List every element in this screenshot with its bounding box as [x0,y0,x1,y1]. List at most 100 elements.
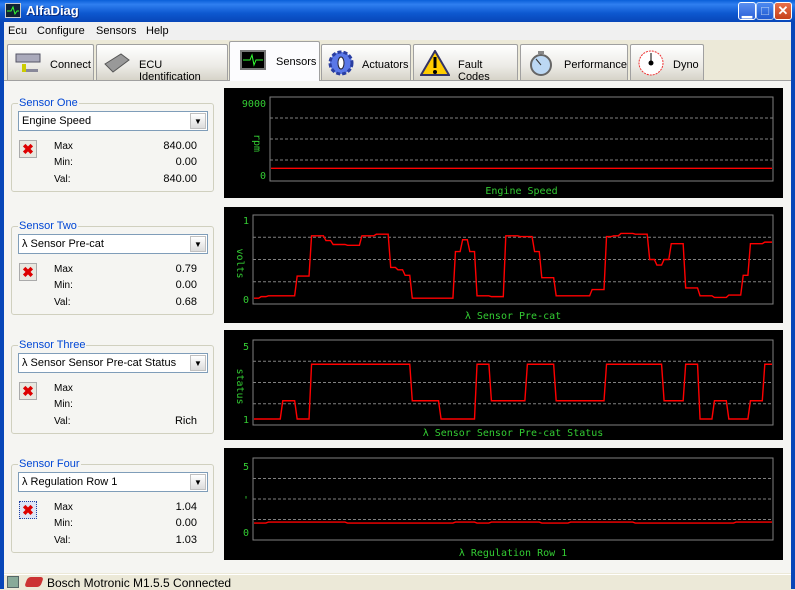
y-tick-label: 0 [243,295,249,306]
sensor-chart-3: 5 1 status λ Sensor Sensor Pre-cat Status [224,330,783,440]
y-axis-label: rpm [251,134,262,152]
clear-sensor-button[interactable]: ✖ [19,263,37,281]
close-icon: ✖ [22,141,34,157]
chart-svg: 5 ' 0 λ Regulation Row 1 [243,457,774,559]
y-tick-label: 1 [243,415,249,426]
tab-dyno[interactable]: Dyno [630,44,704,80]
y-tick-label: ' [243,495,249,506]
sensor-select[interactable]: Engine Speed ▼ [18,111,208,131]
min-label: Min: [54,157,73,168]
max-label: Max [54,502,73,513]
y-tick-label: 0 [243,528,249,539]
sensor-group-3: Sensor Three λ Sensor Sensor Pre-cat Sta… [11,339,214,434]
chip-icon [103,50,131,76]
y-tick-label: 0 [260,171,266,182]
menu-ecu[interactable]: Ecu [8,25,27,37]
title-bar: AlfaDiag ▁ □ ✕ [0,0,795,22]
window-frame-right [791,22,795,589]
val-value: Rich [174,415,197,427]
sensor-select-value: λ Sensor Pre-cat [22,238,104,250]
series-line [254,232,772,299]
close-button[interactable]: ✕ [774,2,792,20]
min-label: Min: [54,280,73,291]
chart-title: λ Sensor Pre-cat [465,311,561,322]
chart-title: Engine Speed [485,186,557,197]
y-tick-label: 5 [243,462,249,473]
tab-label: Actuators [362,59,409,71]
network-icon [7,576,19,588]
min-value: 0.00 [175,517,197,529]
chevron-down-icon[interactable]: ▼ [190,355,206,371]
sensor-select[interactable]: λ Sensor Sensor Pre-cat Status ▼ [18,353,208,373]
val-value: 840.00 [163,173,197,185]
tab-performance[interactable]: Performance [520,44,628,80]
close-icon: ✖ [22,264,34,280]
sensor-group-4: Sensor Four λ Regulation Row 1 ▼ ✖ Max Mi… [11,458,214,553]
max-label: Max [54,383,73,394]
minimize-button[interactable]: ▁ [738,2,756,20]
warning-icon [419,49,451,76]
clear-sensor-button[interactable]: ✖ [19,501,37,519]
window-title: AlfaDiag [26,3,79,18]
menu-sensors[interactable]: Sensors [96,25,136,37]
sensor-group-1: Sensor One Engine Speed ▼ ✖ Max Min: Val:… [11,97,214,192]
status-text: Bosch Motronic M1.5.5 Connected [47,576,232,590]
y-tick-label: 9000 [242,99,266,110]
series-line [254,363,772,420]
tab-label: Sensors [276,56,317,68]
chevron-down-icon[interactable]: ▼ [190,113,206,129]
sensor-group-title: Sensor One [18,97,79,109]
sensor-select[interactable]: λ Sensor Pre-cat ▼ [18,234,208,254]
chart-title: λ Sensor Sensor Pre-cat Status [423,428,604,439]
min-value: 0.00 [175,156,197,168]
sensor-chart-4: 5 ' 0 λ Regulation Row 1 [224,448,783,560]
menu-configure[interactable]: Configure [37,25,85,37]
tab-label: Connect [50,59,91,71]
y-tick-label: 1 [243,216,249,227]
minimize-icon: ▁ [742,3,752,18]
min-label: Min: [54,399,73,410]
tab-actuators[interactable]: Actuators [321,44,411,80]
chart-title: λ Regulation Row 1 [459,548,567,559]
y-tick-label: 5 [243,342,249,353]
val-label: Val: [54,174,71,185]
oscilloscope-icon [240,50,268,76]
tab-ecu-identification[interactable]: ECU Identification [96,44,228,83]
y-axis-label: volts [234,248,245,278]
chart-svg: 1 0 volts λ Sensor Pre-cat [234,214,774,322]
connect-drive-icon [14,50,42,76]
chevron-down-icon[interactable]: ▼ [190,236,206,252]
tab-connect[interactable]: Connect [7,44,94,80]
val-label: Val: [54,297,71,308]
gauge-icon [637,50,665,76]
sensor-group-title: Sensor Two [18,220,78,232]
max-label: Max [54,264,73,275]
menu-help[interactable]: Help [146,25,169,37]
max-value: 1.04 [175,501,197,513]
chevron-down-icon[interactable]: ▼ [190,474,206,490]
tab-label: Dyno [673,59,699,71]
val-value: 1.03 [175,534,197,546]
val-value: 0.68 [175,296,197,308]
stopwatch-icon [527,50,555,76]
tab-bar: Connect ECU Identification Sensors Actua… [4,41,791,83]
series-line [254,521,772,524]
menu-bar: Ecu Configure Sensors Help [4,22,791,40]
tab-sensors[interactable]: Sensors [229,41,320,81]
close-icon: ✖ [22,383,34,399]
maximize-button[interactable]: □ [756,2,774,20]
tab-fault-codes[interactable]: Fault Codes [413,44,518,83]
close-icon: ✕ [777,3,789,18]
sensor-select[interactable]: λ Regulation Row 1 ▼ [18,472,208,492]
sensor-select-value: λ Sensor Sensor Pre-cat Status [22,357,177,369]
maximize-icon: □ [761,3,769,18]
sensor-group-2: Sensor Two λ Sensor Pre-cat ▼ ✖ Max Min: … [11,220,214,315]
app-icon [5,3,21,18]
sensor-chart-1: 9000 0 rpm Engine Speed [224,88,783,198]
val-label: Val: [54,416,71,427]
sensor-select-value: λ Regulation Row 1 [22,476,118,488]
max-value: 0.79 [175,263,197,275]
clear-sensor-button[interactable]: ✖ [19,382,37,400]
close-icon: ✖ [22,502,34,518]
clear-sensor-button[interactable]: ✖ [19,140,37,158]
